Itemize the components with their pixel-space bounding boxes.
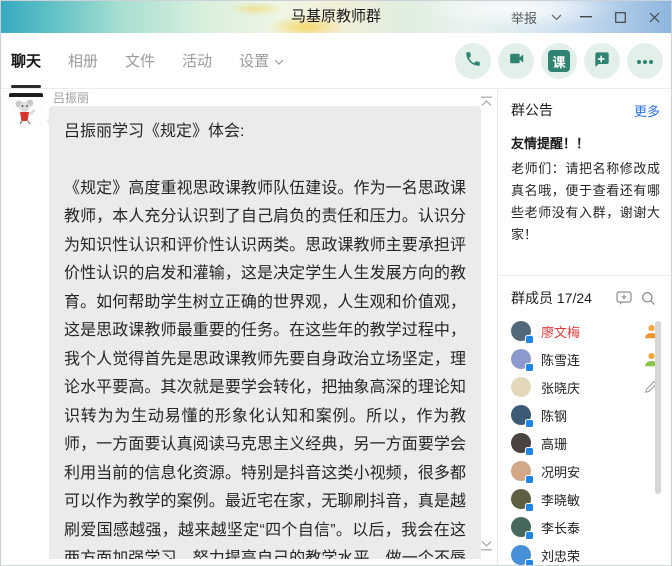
member-row[interactable]: 陈雪连	[498, 345, 672, 373]
group-members-section: 群成员 17/24 廖文梅 陈雪连 张晓庆 陈钢	[498, 276, 672, 566]
sender-name: 吕振丽	[53, 89, 89, 106]
member-name: 廖文梅	[541, 322, 632, 341]
voice-call-button[interactable]	[455, 43, 491, 79]
tab-files[interactable]: 文件	[125, 33, 155, 88]
member-name: 陈雪连	[541, 350, 632, 369]
members-count: 17/24	[557, 290, 592, 306]
member-avatar	[511, 349, 531, 369]
report-dropdown-chevron-icon[interactable]	[543, 1, 569, 33]
minimize-button[interactable]	[569, 1, 603, 33]
member-row[interactable]: 李长泰	[498, 513, 672, 541]
online-badge	[525, 503, 534, 512]
member-row[interactable]: 高珊	[498, 429, 672, 457]
member-row[interactable]: 刘忠荣	[498, 541, 672, 566]
message-bubble: 吕振丽学习《规定》体会: 《规定》高度重视思政课教师队伍建设。作为一名思政课教师…	[49, 106, 481, 559]
member-avatar	[511, 405, 531, 425]
member-name: 李长泰	[541, 518, 632, 537]
new-topic-button[interactable]	[584, 43, 620, 79]
message-title-line: 吕振丽学习《规定》体会:	[64, 118, 466, 147]
call-toolbar: 课	[455, 43, 663, 79]
chat-message-area: 吕振丽 吕振丽学习《规定》体会: 《规定》高度重视思政课教师队伍建设。作为一名思…	[1, 89, 498, 566]
sender-avatar[interactable]	[9, 93, 43, 127]
online-badge	[525, 447, 534, 456]
scroll-to-top-icon[interactable]	[480, 94, 493, 112]
title-bar: 马基原教师群 举报	[1, 1, 671, 33]
more-button[interactable]	[627, 43, 663, 79]
phone-icon	[464, 50, 482, 73]
announcement-header: 群公告	[511, 100, 553, 120]
announcement-notice-title: 友情提醒！！	[511, 133, 660, 152]
member-row[interactable]: 陈钢	[498, 401, 672, 429]
nav-bar: 聊天 相册 文件 活动 设置 课	[1, 33, 671, 89]
members-label: 群成员	[511, 290, 553, 306]
member-name: 刘忠荣	[541, 546, 632, 565]
search-member-button[interactable]	[636, 291, 660, 306]
online-badge	[525, 335, 534, 344]
tab-activities[interactable]: 活动	[182, 33, 212, 88]
member-avatar	[511, 517, 531, 537]
group-announcement-section: 群公告 更多 友情提醒！！ 老师们：请把名称修改成真名哦，便于查看还有哪些老师没…	[498, 89, 672, 276]
member-avatar	[511, 433, 531, 453]
message-body: 《规定》高度重视思政课教师队伍建设。作为一名思政课教师，本人充分认识到了自己肩负…	[64, 175, 466, 560]
member-row[interactable]: 廖文梅	[498, 317, 672, 345]
member-row[interactable]: 况明安	[498, 457, 672, 485]
group-side-panel: 群公告 更多 友情提醒！！ 老师们：请把名称修改成真名哦，便于查看还有哪些老师没…	[498, 89, 672, 566]
maximize-button[interactable]	[603, 1, 637, 33]
close-button[interactable]	[637, 1, 671, 33]
member-name: 况明安	[541, 462, 632, 481]
video-call-button[interactable]	[498, 43, 534, 79]
member-list: 廖文梅 陈雪连 张晓庆 陈钢 高珊 况明安 李晓敏 李长泰 刘忠荣	[498, 317, 672, 566]
online-badge	[525, 531, 534, 540]
tab-settings[interactable]: 设置	[239, 33, 284, 88]
online-badge	[525, 363, 534, 372]
tab-strip: 聊天 相册 文件 活动 设置	[1, 33, 284, 88]
members-header: 群成员 17/24	[511, 288, 612, 308]
invite-member-button[interactable]	[612, 291, 636, 306]
member-name: 张晓庆	[541, 378, 632, 397]
online-badge	[525, 419, 534, 428]
chevron-down-icon	[274, 52, 284, 69]
report-button[interactable]: 举报	[505, 8, 543, 27]
member-avatar	[511, 321, 531, 341]
member-avatar	[511, 489, 531, 509]
class-button[interactable]: 课	[541, 43, 577, 79]
member-name: 陈钢	[541, 406, 632, 425]
class-icon: 课	[548, 50, 570, 72]
member-name: 高珊	[541, 434, 632, 453]
member-row[interactable]: 张晓庆	[498, 373, 672, 401]
tab-settings-label: 设置	[239, 50, 269, 71]
tab-chat[interactable]: 聊天	[11, 33, 41, 88]
announcement-notice-body: 老师们：请把名称修改成真名哦，便于查看还有哪些老师没有入群，谢谢大家！	[511, 158, 660, 246]
chat-window: 马基原教师群 举报 聊天 相册 文件 活动 设置	[0, 0, 672, 566]
member-name: 李晓敏	[541, 490, 632, 509]
tab-album[interactable]: 相册	[68, 33, 98, 88]
announcement-more-link[interactable]: 更多	[634, 101, 660, 120]
ellipsis-icon	[636, 52, 654, 70]
member-avatar	[511, 461, 531, 481]
member-list-scrollbar[interactable]	[655, 321, 661, 494]
scroll-to-bottom-icon[interactable]	[480, 538, 493, 556]
online-badge	[525, 559, 534, 566]
video-camera-icon	[507, 49, 526, 73]
member-avatar	[511, 545, 531, 565]
message-plus-icon	[592, 49, 612, 74]
online-badge	[525, 475, 534, 484]
member-row[interactable]: 李晓敏	[498, 485, 672, 513]
member-avatar	[511, 377, 531, 397]
